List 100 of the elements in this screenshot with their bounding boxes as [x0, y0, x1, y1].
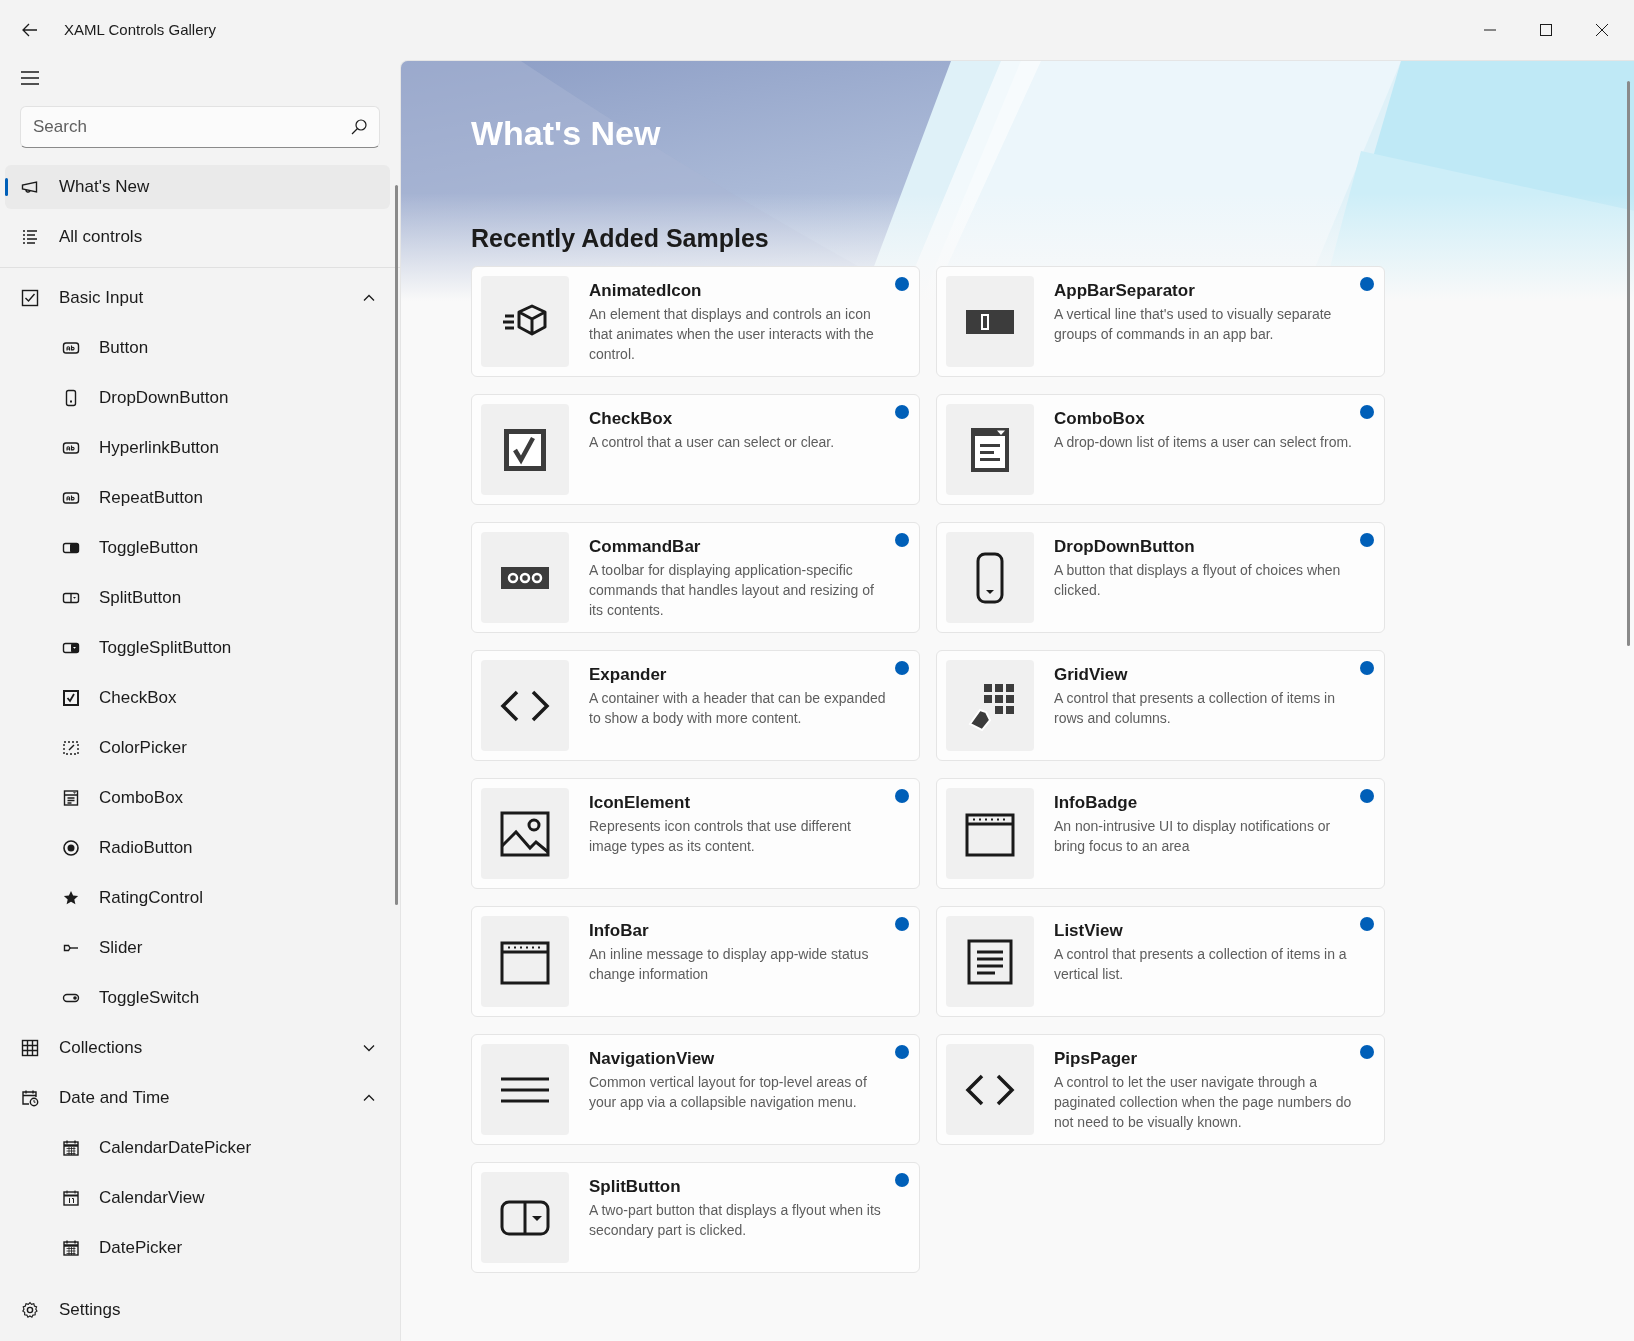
nav-label: ToggleSwitch [99, 987, 200, 1010]
sample-card[interactable]: DropDownButton A button that displays a flyout of choices when clicked. [936, 522, 1385, 633]
scrollbar[interactable] [1627, 81, 1630, 646]
sample-card[interactable]: CheckBox A control that a user can select or clear. [471, 394, 920, 505]
sample-card[interactable]: Expander A container with a header that can be expanded to show a body with more content. [471, 650, 920, 761]
nav-label: DatePicker [99, 1237, 183, 1260]
card-title: InfoBar [589, 920, 650, 942]
nav-item[interactable]: ToggleSplitButton [5, 626, 390, 670]
nav-item[interactable]: Button [5, 326, 390, 370]
checkbox-icon [61, 688, 81, 708]
nav-label: All controls [59, 226, 143, 249]
card-title: ListView [1054, 920, 1124, 942]
nav-item[interactable]: ColorPicker [5, 726, 390, 770]
sample-card[interactable]: IconElement Represents icon controls that use different image types as its content. [471, 778, 920, 889]
card-title: DropDownButton [1054, 536, 1196, 558]
nav-label: ColorPicker [99, 737, 187, 760]
card-description: A control that presents a collection of items in a vertical list. [1054, 945, 1348, 984]
calendar-icon [61, 1138, 81, 1158]
nav-item[interactable]: Settings [5, 1288, 390, 1332]
sample-card[interactable]: InfoBadge An non-intrusive UI to display notifications or bring focus to an area [936, 778, 1385, 889]
nav-item[interactable]: DropDownButton [5, 376, 390, 420]
radio-icon [61, 838, 81, 858]
card-title: ComboBox [1054, 408, 1146, 430]
nav-item[interactable]: SplitButton [5, 576, 390, 620]
nav-label: ComboBox [99, 787, 184, 810]
nav-label: CheckBox [99, 687, 177, 710]
search-field[interactable]: Search [20, 106, 380, 148]
sample-card[interactable]: AppBarSeparator A vertical line that's used to visually separate groups of commands in an app bar. [936, 266, 1385, 377]
nav-item[interactable]: RadioButton [5, 826, 390, 870]
calendar-clock-icon [20, 1088, 40, 1108]
card-description: A drop-down list of items a user can select from. [1054, 433, 1352, 452]
search-icon [350, 118, 368, 136]
nav-item[interactable]: CalendarView [5, 1176, 390, 1220]
card-description: An inline message to display app-wide status change information [589, 945, 870, 984]
card-title: Expander [589, 664, 668, 686]
card-title: NavigationView [589, 1048, 716, 1070]
sample-card[interactable]: NavigationView Common vertical layout for top-level areas of your app via a collapsible navigation menu. [471, 1034, 920, 1145]
nav-item[interactable]: Slider [5, 926, 390, 970]
card-title: AppBarSeparator [1054, 280, 1196, 302]
nav-label: RadioButton [99, 837, 193, 860]
card-description: A control that a user can select or clear. [589, 433, 835, 452]
card-description: A two-part button that displays a flyout when its secondary part is clicked. [589, 1201, 882, 1240]
card-title: CommandBar [589, 536, 702, 558]
maximize-icon [1539, 23, 1553, 37]
close-icon [1595, 23, 1609, 37]
nav-item[interactable]: DatePicker [5, 1226, 390, 1270]
section-heading: Recently Added Samples [471, 223, 770, 254]
nav-item[interactable]: All controls [5, 215, 390, 259]
sample-card[interactable]: ListView A control that presents a collection of items in a vertical list. [936, 906, 1385, 1017]
nav-label: Collections [59, 1037, 143, 1060]
card-title: PipsPager [1054, 1048, 1139, 1070]
nav-label: RatingControl [99, 887, 203, 910]
dashed-square-icon [61, 738, 81, 758]
sample-card[interactable]: CommandBar A toolbar for displaying application-specific commands that handles layout and resizing of its contents. [471, 522, 920, 633]
sample-card[interactable]: ComboBox A drop-down list of items a user can select from. [936, 394, 1385, 505]
card-description: A vertical line that's used to visually separate groups of commands in an app bar. [1054, 305, 1333, 344]
nav-label: Button [99, 337, 149, 360]
nav-item[interactable]: ToggleSwitch [5, 976, 390, 1020]
card-description: A control that presents a collection of items in rows and columns. [1054, 689, 1336, 728]
nav-label: SplitButton [99, 587, 182, 610]
nav-label: CalendarDatePicker [99, 1137, 252, 1160]
nav-item[interactable]: What's New [5, 165, 390, 209]
sample-card[interactable]: InfoBar An inline message to display app-wide status change information [471, 906, 920, 1017]
card-description: A container with a header that can be expanded to show a body with more content. [589, 689, 887, 728]
nav-label: Slider [99, 937, 143, 960]
nav-item[interactable]: CheckBox [5, 676, 390, 720]
card-description: An element that displays and controls an icon that animates when the user interacts with the control. [589, 305, 875, 364]
nav-item[interactable]: Date and Time [5, 1076, 390, 1120]
nav-label: RepeatButton [99, 487, 203, 510]
sample-card[interactable]: AnimatedIcon An element that displays and controls an icon that animates when the user interacts with the control. [471, 266, 920, 377]
card-description: A control to let the user navigate through a paginated collection when the page numbers do not need to be visually known. [1054, 1073, 1353, 1132]
nav-item[interactable]: RatingControl [5, 876, 390, 920]
card-description: An non-intrusive UI to display notifications or bring focus to an area [1054, 817, 1332, 856]
checkbox-icon [20, 288, 40, 308]
nav-label: Basic Input [59, 287, 144, 310]
scrollbar[interactable] [395, 185, 398, 905]
card-description: A toolbar for displaying application-specific commands that handles layout and resizing of its contents. [589, 561, 875, 620]
nav-item[interactable]: Collections [5, 1026, 390, 1070]
nav-item[interactable]: Basic Input [5, 276, 390, 320]
card-title: SplitButton [589, 1176, 682, 1198]
card-description: Common vertical layout for top-level areas of your app via a collapsible navigation menu. [589, 1073, 868, 1112]
back-arrow-icon [21, 21, 39, 39]
card-title: IconElement [589, 792, 692, 814]
selection-indicator [5, 178, 8, 196]
nav-label: ToggleButton [99, 537, 199, 560]
nav-item[interactable]: HyperlinkButton [5, 426, 390, 470]
nav-label: DropDownButton [99, 387, 229, 410]
sample-card[interactable]: SplitButton A two-part button that displays a flyout when its secondary part is clicked. [471, 1162, 920, 1273]
settings-icon [20, 1300, 40, 1320]
nav-item[interactable]: CalendarDatePicker [5, 1126, 390, 1170]
calendar-icon [61, 1188, 81, 1208]
calendar-icon [61, 1238, 81, 1258]
nav-item[interactable]: ComboBox [5, 776, 390, 820]
nav-item[interactable]: RepeatButton [5, 476, 390, 520]
sample-card[interactable]: GridView A control that presents a collection of items in rows and columns. [936, 650, 1385, 761]
nav-label: Date and Time [59, 1087, 170, 1110]
card-title: CheckBox [589, 408, 674, 430]
sample-card[interactable]: PipsPager A control to let the user navigate through a paginated collection when the page numbers do not need to be visually known. [936, 1034, 1385, 1145]
nav-label: What's New [59, 176, 150, 199]
nav-item[interactable]: ToggleButton [5, 526, 390, 570]
